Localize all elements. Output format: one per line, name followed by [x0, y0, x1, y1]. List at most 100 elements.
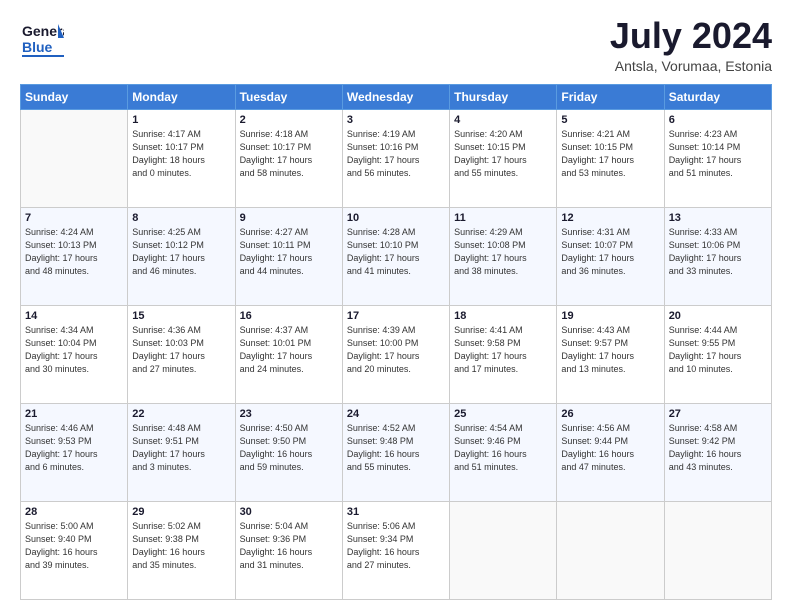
day-number: 6: [669, 114, 767, 126]
day-info: Sunrise: 4:39 AM Sunset: 10:00 PM Daylig…: [347, 324, 445, 376]
calendar-cell: 25 Sunrise: 4:54 AM Sunset: 9:46 PM Dayli…: [450, 403, 557, 501]
svg-text:Blue: Blue: [22, 39, 53, 55]
col-wednesday: Wednesday: [342, 84, 449, 109]
calendar-cell: 4 Sunrise: 4:20 AM Sunset: 10:15 PM Dayli…: [450, 109, 557, 207]
day-number: 14: [25, 310, 123, 322]
main-title: July 2024: [610, 16, 772, 56]
day-number: 2: [240, 114, 338, 126]
calendar-cell: 9Sunrise: 4:27 AM Sunset: 10:11 PM Dayli…: [235, 207, 342, 305]
calendar-cell: 2Sunrise: 4:18 AM Sunset: 10:17 PM Dayli…: [235, 109, 342, 207]
day-number: 9: [240, 212, 338, 224]
calendar-cell: 21 Sunrise: 4:46 AM Sunset: 9:53 PM Dayli…: [21, 403, 128, 501]
day-info: Sunrise: 4:33 AM Sunset: 10:06 PM Daylig…: [669, 226, 767, 278]
day-number: 7: [25, 212, 123, 224]
day-info: Sunrise: 4:34 AM Sunset: 10:04 PM Daylig…: [25, 324, 123, 376]
calendar-cell: [21, 109, 128, 207]
day-number: 30: [240, 506, 338, 518]
day-number: 25: [454, 408, 552, 420]
day-info: Sunrise: 4:46 AM Sunset: 9:53 PM Dayligh…: [25, 422, 123, 474]
day-number: 22: [132, 408, 230, 420]
calendar-cell: 27Sunrise: 4:58 AM Sunset: 9:42 PM Dayli…: [664, 403, 771, 501]
calendar-cell: [557, 501, 664, 599]
calendar-cell: 8Sunrise: 4:25 AM Sunset: 10:12 PM Dayli…: [128, 207, 235, 305]
day-number: 19: [561, 310, 659, 322]
calendar-cell: 1 Sunrise: 4:17 AM Sunset: 10:17 PM Dayli…: [128, 109, 235, 207]
calendar-cell: 20Sunrise: 4:44 AM Sunset: 9:55 PM Dayli…: [664, 305, 771, 403]
day-info: Sunrise: 4:48 AM Sunset: 9:51 PM Dayligh…: [132, 422, 230, 474]
calendar-body: 1 Sunrise: 4:17 AM Sunset: 10:17 PM Dayli…: [21, 109, 772, 599]
calendar-cell: 6Sunrise: 4:23 AM Sunset: 10:14 PM Dayli…: [664, 109, 771, 207]
calendar-header: Sunday Monday Tuesday Wednesday Thursday…: [21, 84, 772, 109]
day-number: 27: [669, 408, 767, 420]
subtitle: Antsla, Vorumaa, Estonia: [610, 58, 772, 74]
day-number: 26: [561, 408, 659, 420]
calendar-week-2: 7 Sunrise: 4:24 AM Sunset: 10:13 PM Dayli…: [21, 207, 772, 305]
col-thursday: Thursday: [450, 84, 557, 109]
logo: General Blue: [20, 16, 64, 60]
calendar-cell: 12Sunrise: 4:31 AM Sunset: 10:07 PM Dayl…: [557, 207, 664, 305]
day-info: Sunrise: 5:04 AM Sunset: 9:36 PM Dayligh…: [240, 520, 338, 572]
day-info: Sunrise: 4:28 AM Sunset: 10:10 PM Daylig…: [347, 226, 445, 278]
day-number: 18: [454, 310, 552, 322]
day-number: 24: [347, 408, 445, 420]
header-row: Sunday Monday Tuesday Wednesday Thursday…: [21, 84, 772, 109]
day-info: Sunrise: 4:36 AM Sunset: 10:03 PM Daylig…: [132, 324, 230, 376]
day-number: 10: [347, 212, 445, 224]
logo-icon: General Blue: [20, 16, 64, 60]
day-info: Sunrise: 4:19 AM Sunset: 10:16 PM Daylig…: [347, 128, 445, 180]
day-number: 5: [561, 114, 659, 126]
day-info: Sunrise: 4:24 AM Sunset: 10:13 PM Daylig…: [25, 226, 123, 278]
day-info: Sunrise: 4:52 AM Sunset: 9:48 PM Dayligh…: [347, 422, 445, 474]
day-info: Sunrise: 4:43 AM Sunset: 9:57 PM Dayligh…: [561, 324, 659, 376]
day-number: 21: [25, 408, 123, 420]
calendar-cell: 11 Sunrise: 4:29 AM Sunset: 10:08 PM Dayl…: [450, 207, 557, 305]
calendar-cell: 23Sunrise: 4:50 AM Sunset: 9:50 PM Dayli…: [235, 403, 342, 501]
day-number: 29: [132, 506, 230, 518]
day-info: Sunrise: 4:41 AM Sunset: 9:58 PM Dayligh…: [454, 324, 552, 376]
calendar-cell: 7 Sunrise: 4:24 AM Sunset: 10:13 PM Dayli…: [21, 207, 128, 305]
day-number: 15: [132, 310, 230, 322]
day-number: 16: [240, 310, 338, 322]
day-info: Sunrise: 5:06 AM Sunset: 9:34 PM Dayligh…: [347, 520, 445, 572]
calendar-cell: 3Sunrise: 4:19 AM Sunset: 10:16 PM Dayli…: [342, 109, 449, 207]
day-info: Sunrise: 4:29 AM Sunset: 10:08 PM Daylig…: [454, 226, 552, 278]
day-number: 4: [454, 114, 552, 126]
calendar-cell: [450, 501, 557, 599]
calendar-cell: 31 Sunrise: 5:06 AM Sunset: 9:34 PM Dayli…: [342, 501, 449, 599]
day-number: 11: [454, 212, 552, 224]
calendar-cell: 19 Sunrise: 4:43 AM Sunset: 9:57 PM Dayli…: [557, 305, 664, 403]
calendar-cell: 24 Sunrise: 4:52 AM Sunset: 9:48 PM Dayli…: [342, 403, 449, 501]
day-number: 28: [25, 506, 123, 518]
day-info: Sunrise: 4:37 AM Sunset: 10:01 PM Daylig…: [240, 324, 338, 376]
calendar-cell: [664, 501, 771, 599]
calendar-cell: 13Sunrise: 4:33 AM Sunset: 10:06 PM Dayl…: [664, 207, 771, 305]
svg-text:General: General: [22, 23, 64, 39]
col-sunday: Sunday: [21, 84, 128, 109]
calendar-cell: 30 Sunrise: 5:04 AM Sunset: 9:36 PM Dayli…: [235, 501, 342, 599]
day-number: 31: [347, 506, 445, 518]
day-info: Sunrise: 5:00 AM Sunset: 9:40 PM Dayligh…: [25, 520, 123, 572]
calendar-cell: 17Sunrise: 4:39 AM Sunset: 10:00 PM Dayl…: [342, 305, 449, 403]
calendar-week-4: 21 Sunrise: 4:46 AM Sunset: 9:53 PM Dayli…: [21, 403, 772, 501]
day-info: Sunrise: 4:50 AM Sunset: 9:50 PM Dayligh…: [240, 422, 338, 474]
col-monday: Monday: [128, 84, 235, 109]
calendar-cell: 14 Sunrise: 4:34 AM Sunset: 10:04 PM Dayl…: [21, 305, 128, 403]
day-info: Sunrise: 4:20 AM Sunset: 10:15 PM Daylig…: [454, 128, 552, 180]
day-info: Sunrise: 4:44 AM Sunset: 9:55 PM Dayligh…: [669, 324, 767, 376]
calendar-week-1: 1 Sunrise: 4:17 AM Sunset: 10:17 PM Dayli…: [21, 109, 772, 207]
calendar-week-3: 14 Sunrise: 4:34 AM Sunset: 10:04 PM Dayl…: [21, 305, 772, 403]
day-info: Sunrise: 4:17 AM Sunset: 10:17 PM Daylig…: [132, 128, 230, 180]
calendar-cell: 29 Sunrise: 5:02 AM Sunset: 9:38 PM Dayli…: [128, 501, 235, 599]
calendar-cell: 16 Sunrise: 4:37 AM Sunset: 10:01 PM Dayl…: [235, 305, 342, 403]
col-friday: Friday: [557, 84, 664, 109]
day-info: Sunrise: 5:02 AM Sunset: 9:38 PM Dayligh…: [132, 520, 230, 572]
header: General Blue July 2024 Antsla, Vorumaa, …: [20, 16, 772, 74]
col-tuesday: Tuesday: [235, 84, 342, 109]
calendar-week-5: 28 Sunrise: 5:00 AM Sunset: 9:40 PM Dayli…: [21, 501, 772, 599]
calendar-cell: 26Sunrise: 4:56 AM Sunset: 9:44 PM Dayli…: [557, 403, 664, 501]
calendar-cell: 5Sunrise: 4:21 AM Sunset: 10:15 PM Dayli…: [557, 109, 664, 207]
day-info: Sunrise: 4:54 AM Sunset: 9:46 PM Dayligh…: [454, 422, 552, 474]
day-number: 1: [132, 114, 230, 126]
day-info: Sunrise: 4:25 AM Sunset: 10:12 PM Daylig…: [132, 226, 230, 278]
calendar-cell: 15 Sunrise: 4:36 AM Sunset: 10:03 PM Dayl…: [128, 305, 235, 403]
